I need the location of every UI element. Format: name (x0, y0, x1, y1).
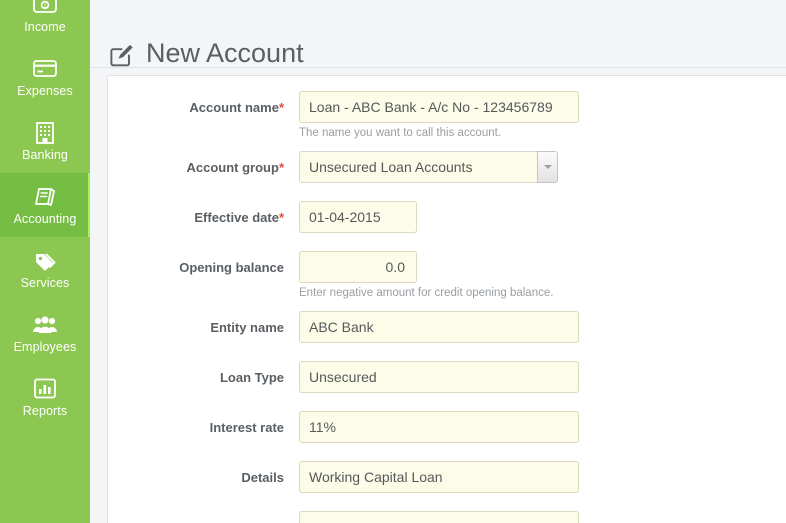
account-group-selected-value[interactable]: Unsecured Loan Accounts (299, 151, 537, 183)
page-title: New Account (109, 36, 304, 70)
field-row-account-name: Account name* The name you want to call … (108, 91, 786, 140)
row-spacer (108, 493, 786, 511)
field-control-opening-balance: Enter negative amount for credit opening… (299, 251, 786, 300)
form-panel: Account name* The name you want to call … (107, 75, 786, 523)
required-marker: * (278, 160, 284, 175)
sidebar-item-label: Services (20, 275, 70, 290)
sidebar-item-employees[interactable]: Employees (0, 301, 90, 365)
field-row-loan-type: Loan Type (108, 361, 786, 393)
field-label-opening-balance: Opening balance (108, 251, 299, 276)
field-row-effective-date: Effective date* (108, 201, 786, 233)
sidebar-item-label: Expenses (17, 83, 73, 98)
field-control-effective-date (299, 201, 786, 233)
field-row-next-partial (108, 511, 786, 523)
sidebar-item-label: Income (24, 19, 66, 34)
sidebar-item-label: Employees (13, 339, 77, 354)
row-spacer (108, 140, 786, 151)
row-spacer (108, 300, 786, 311)
banknote-icon: 1 (32, 0, 58, 17)
edit-pencil-square-icon (109, 41, 135, 67)
sidebar-item-reports[interactable]: Reports (0, 365, 90, 429)
field-control-details (299, 461, 786, 493)
tags-icon (32, 249, 58, 273)
row-spacer (108, 393, 786, 411)
field-label-account-name: Account name* (108, 91, 299, 116)
field-control-account-group: Unsecured Loan Accounts (299, 151, 786, 183)
field-label-next-partial (108, 511, 299, 520)
required-marker: * (278, 100, 284, 115)
field-label-text: Opening balance (179, 260, 284, 275)
next-partial-input[interactable] (299, 511, 579, 523)
row-spacer (108, 183, 786, 201)
field-label-loan-type: Loan Type (108, 361, 299, 386)
field-label-text: Details (241, 470, 284, 485)
field-help-account-name: The name you want to call this account. (299, 127, 501, 139)
ledger-book-icon (32, 185, 58, 209)
field-row-details: Details (108, 461, 786, 493)
field-label-details: Details (108, 461, 299, 486)
application-window: 1 Income Expenses Banking Accounting Ser… (0, 0, 786, 523)
field-row-interest-rate: Interest rate (108, 411, 786, 443)
sidebar-item-accounting[interactable]: Accounting (0, 173, 90, 237)
bar-chart-icon (32, 377, 58, 401)
field-label-account-group: Account group* (108, 151, 299, 176)
loan-type-input[interactable] (299, 361, 579, 393)
field-control-account-name: The name you want to call this account. (299, 91, 786, 140)
sidebar-item-label: Accounting (13, 211, 77, 226)
building-icon (32, 121, 58, 145)
credit-card-icon (32, 57, 58, 81)
field-label-text: Effective date (194, 210, 279, 225)
details-input[interactable] (299, 461, 579, 493)
account-group-select[interactable]: Unsecured Loan Accounts (299, 151, 558, 183)
account-group-dropdown-button[interactable] (537, 151, 558, 183)
page-title-text: New Account (146, 38, 304, 69)
field-label-entity-name: Entity name (108, 311, 299, 336)
sidebar-item-expenses[interactable]: Expenses (0, 45, 90, 109)
field-control-next-partial (299, 511, 786, 523)
chevron-down-icon (543, 165, 552, 169)
field-label-effective-date: Effective date* (108, 201, 299, 226)
opening-balance-input[interactable] (299, 251, 417, 283)
account-name-input[interactable] (299, 91, 579, 123)
interest-rate-input[interactable] (299, 411, 579, 443)
new-account-form: Account name* The name you want to call … (108, 76, 786, 523)
field-control-interest-rate (299, 411, 786, 443)
sidebar-item-services[interactable]: Services (0, 237, 90, 301)
sidebar-item-income[interactable]: 1 Income (0, 0, 90, 45)
sidebar-item-banking[interactable]: Banking (0, 109, 90, 173)
field-control-loan-type (299, 361, 786, 393)
required-marker: * (278, 210, 284, 225)
field-label-text: Interest rate (209, 420, 284, 435)
page-header: New Account (90, 0, 786, 68)
field-label-text: Account name (189, 100, 279, 115)
main-sidebar: 1 Income Expenses Banking Accounting Ser… (0, 0, 90, 523)
effective-date-input[interactable] (299, 201, 417, 233)
row-spacer (108, 343, 786, 361)
row-spacer (108, 443, 786, 461)
field-control-entity-name (299, 311, 786, 343)
field-label-text: Loan Type (219, 370, 284, 385)
field-label-text: Entity name (210, 320, 284, 335)
field-label-interest-rate: Interest rate (108, 411, 299, 436)
entity-name-input[interactable] (299, 311, 579, 343)
field-help-opening-balance: Enter negative amount for credit opening… (299, 287, 554, 299)
users-icon (32, 313, 58, 337)
field-row-account-group: Account group* Unsecured Loan Accounts (108, 151, 786, 183)
sidebar-item-label: Reports (22, 403, 68, 418)
field-label-text: Account group (186, 160, 279, 175)
sidebar-item-label: Banking (22, 147, 68, 162)
field-row-entity-name: Entity name (108, 311, 786, 343)
field-row-opening-balance: Opening balance Enter negative amount fo… (108, 251, 786, 300)
row-spacer (108, 233, 786, 251)
